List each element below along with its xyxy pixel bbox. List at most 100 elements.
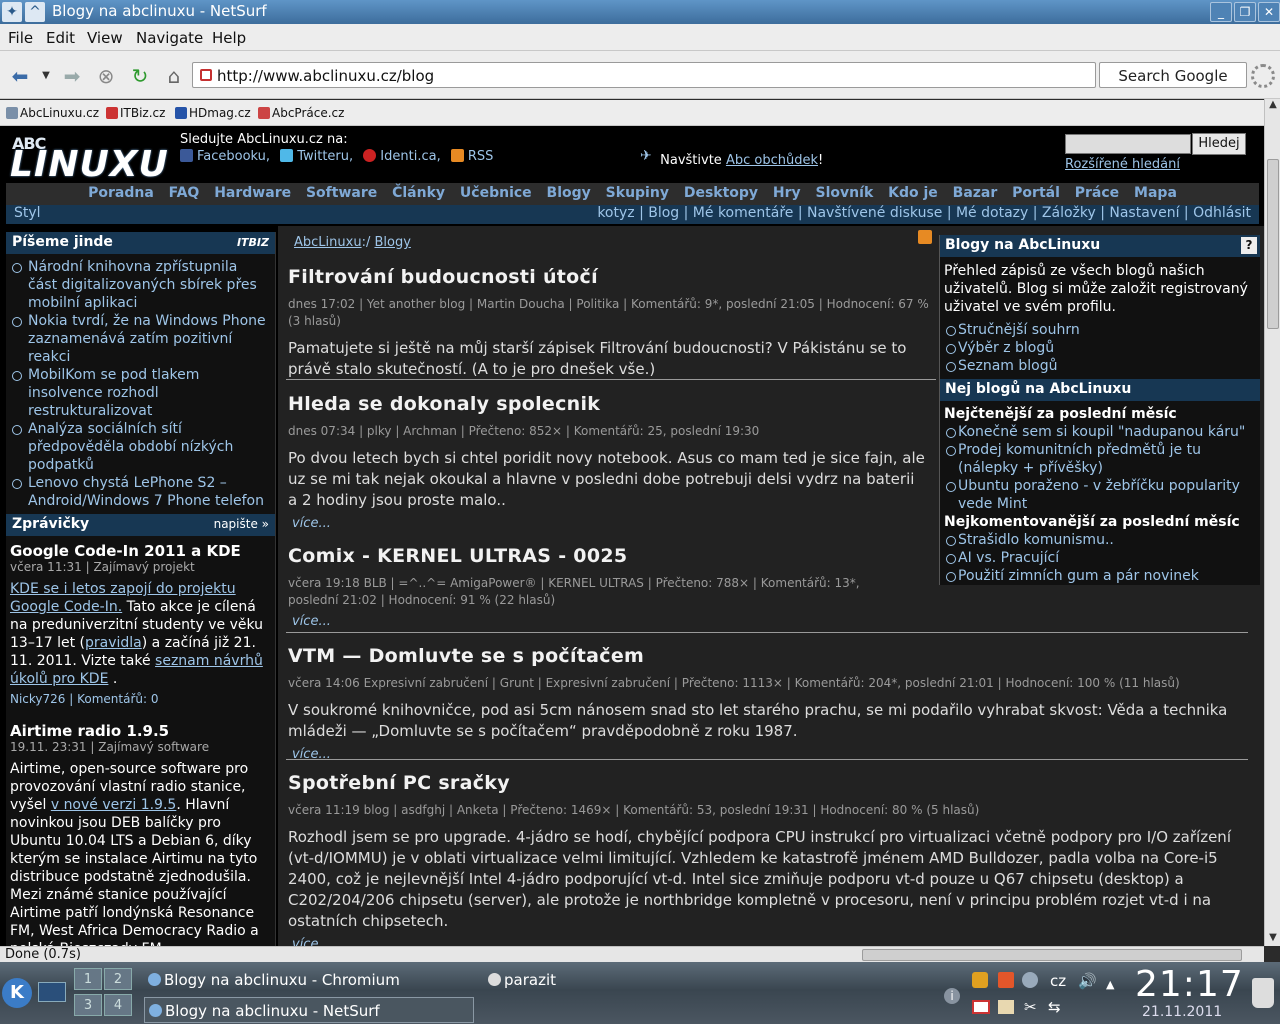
back-arrow-icon[interactable]: ⬅ (8, 64, 32, 88)
follow-identica[interactable]: Identi.ca, (380, 149, 440, 164)
list-item[interactable]: Prodej komunitních předmětů je tu (nálep… (940, 441, 1260, 477)
bookmark-itbiz[interactable]: ITBiz.cz (106, 106, 165, 120)
breadcrumb-home[interactable]: AbcLinuxu (294, 235, 362, 250)
site-search-button[interactable]: Hledej (1192, 133, 1246, 155)
news-link[interactable]: pravidla (85, 635, 142, 651)
follow-facebook[interactable]: Facebooku, (197, 149, 270, 164)
list-item[interactable]: Nokia tvrdí, že na Windows Phone zazname… (12, 312, 269, 366)
scrollbar-thumb[interactable] (1267, 159, 1279, 329)
post-title[interactable]: Comix - KERNEL ULTRAS - 0025 (288, 545, 908, 567)
bookmark-abclinuxu[interactable]: AbcLinuxu.cz (6, 106, 99, 120)
list-item[interactable]: AI vs. Pracující (940, 549, 1260, 567)
forward-arrow-icon[interactable]: ➡ (60, 64, 84, 88)
nav-ucebnice[interactable]: Učebnice (460, 185, 532, 201)
maximize-button[interactable]: ❐ (1234, 2, 1256, 22)
nav-clanky[interactable]: Články (392, 185, 445, 201)
list-item[interactable]: Stručnější souhrn (940, 321, 1260, 339)
post-title[interactable]: VTM — Domluvte se s počítačem (288, 645, 1238, 667)
tray-app-icon[interactable] (972, 972, 988, 988)
nav-mapa[interactable]: Mapa (1134, 185, 1177, 201)
help-button[interactable]: ? (1241, 237, 1257, 254)
read-more-link[interactable]: více... (288, 614, 908, 629)
site-logo[interactable]: ABC LINUXU (10, 134, 168, 185)
gmail-icon[interactable] (972, 1000, 990, 1014)
scrollbar-thumb[interactable] (862, 949, 1242, 961)
scroll-up-icon[interactable]: ▲ (1265, 99, 1280, 113)
menu-view[interactable]: View (87, 29, 123, 47)
web-search-input[interactable]: Search Google (1099, 62, 1247, 88)
write-news-link[interactable]: napište » (214, 517, 269, 531)
post-title[interactable]: Spotřební PC sračky (288, 772, 1238, 794)
list-item[interactable]: Konečně sem si koupil "nadupanou káru" (940, 423, 1260, 441)
nav-hry[interactable]: Hry (773, 185, 801, 201)
volume-icon[interactable]: 🔊 (1078, 972, 1097, 990)
bookmark-hdmag[interactable]: HDmag.cz (175, 106, 251, 120)
list-item[interactable]: Seznam blogů (940, 357, 1260, 375)
nav-kdo-je[interactable]: Kdo je (888, 185, 938, 201)
task-netsurf[interactable]: Blogy na abclinuxu - NetSurf (144, 997, 474, 1023)
clock-time[interactable]: 21:17 (1135, 964, 1244, 1005)
follow-rss[interactable]: RSS (468, 149, 494, 164)
tray-expand-icon[interactable]: ▲ (1106, 978, 1114, 991)
show-desktop-icon[interactable] (38, 982, 66, 1002)
list-item[interactable]: MobilKom se pod tlakem insolvence rozhod… (12, 366, 269, 420)
nav-prace[interactable]: Práce (1075, 185, 1119, 201)
book-icon[interactable] (998, 1000, 1014, 1014)
close-button[interactable]: ✕ (1258, 2, 1280, 22)
menu-navigate[interactable]: Navigate (136, 29, 203, 47)
nav-bazar[interactable]: Bazar (953, 185, 998, 201)
user-links[interactable]: kotyz | Blog | Mé komentáře | Navštívené… (597, 205, 1251, 221)
home-icon[interactable]: ⌂ (162, 64, 186, 88)
tray-disk-icon[interactable] (1022, 972, 1038, 988)
task-parazit[interactable]: parazit (484, 967, 684, 993)
menu-file[interactable]: File (8, 29, 33, 47)
nav-software[interactable]: Software (306, 185, 377, 201)
task-chromium[interactable]: Blogy na abclinuxu - Chromium (144, 967, 474, 993)
info-icon[interactable]: i (944, 988, 960, 1004)
breadcrumb-current[interactable]: Blogy (374, 235, 410, 250)
horizontal-scrollbar[interactable] (0, 946, 1264, 962)
list-item[interactable]: Národní knihovna zpřístupnila část digit… (12, 258, 269, 312)
nav-skupiny[interactable]: Skupiny (606, 185, 669, 201)
stop-icon[interactable]: ⊗ (94, 64, 118, 88)
pager-desktop-2[interactable]: 2 (104, 968, 132, 990)
shade-icon[interactable]: ^ (25, 2, 45, 22)
scissors-icon[interactable]: ✂ (1024, 998, 1037, 1016)
news-title[interactable]: Google Code-In 2011 a KDE (10, 542, 271, 560)
list-item[interactable]: Ubuntu poraženo - v žebříčku popularity … (940, 477, 1260, 513)
list-item[interactable]: Analýza sociálních sítí předpověděla obd… (12, 420, 269, 474)
url-field[interactable]: http://www.abclinuxu.cz/blog (192, 62, 1096, 88)
list-item[interactable]: Strašidlo komunismu.. (940, 531, 1260, 549)
pager-desktop-4[interactable]: 4 (104, 994, 132, 1016)
news-title[interactable]: Airtime radio 1.9.5 (10, 722, 271, 740)
menu-help[interactable]: Help (212, 29, 246, 47)
news-author[interactable]: Nicky726 | Komentářů: 0 (10, 692, 271, 706)
scroll-down-icon[interactable]: ▼ (1265, 932, 1280, 946)
network-icon[interactable]: ⇆ (1048, 998, 1061, 1016)
kde-menu-icon[interactable]: K (2, 978, 32, 1008)
site-search-input[interactable] (1065, 134, 1191, 154)
nav-poradna[interactable]: Poradna (88, 185, 154, 201)
pager-desktop-3[interactable]: 3 (74, 994, 102, 1016)
keyboard-layout[interactable]: cz (1050, 972, 1066, 990)
post-title[interactable]: Hleda se dokonaly spolecnik (288, 393, 928, 415)
minimize-button[interactable]: _ (1210, 2, 1232, 22)
itbiz-badge[interactable]: ITBIZ (237, 236, 269, 249)
list-item[interactable]: Použití zimních gum a pár novinek (940, 567, 1260, 585)
nav-slovnik[interactable]: Slovník (816, 185, 874, 201)
menu-edit[interactable]: Edit (46, 29, 75, 47)
back-history-icon[interactable]: ▼ (34, 64, 58, 88)
rss-feed-icon[interactable] (918, 230, 932, 244)
pager-desktop-1[interactable]: 1 (74, 968, 102, 990)
list-item[interactable]: Lenovo chystá LePhone S2 – Android/Windo… (12, 474, 269, 510)
advanced-search-link[interactable]: Rozšířené hledání (1065, 157, 1180, 172)
vertical-scrollbar[interactable]: ▲ ▼ (1264, 99, 1280, 946)
post-title[interactable]: Filtrování budoucnosti útočí (288, 266, 938, 288)
trash-icon[interactable] (1252, 978, 1274, 1008)
list-item[interactable]: Výběr z blogů (940, 339, 1260, 357)
tray-html5-icon[interactable] (998, 972, 1014, 988)
kde-window-menu-icon[interactable]: ✦ (2, 2, 22, 22)
read-more-link[interactable]: více... (288, 516, 928, 531)
read-more-link[interactable]: více... (288, 937, 1238, 946)
shop-link[interactable]: Abc obchůdek (726, 153, 818, 168)
